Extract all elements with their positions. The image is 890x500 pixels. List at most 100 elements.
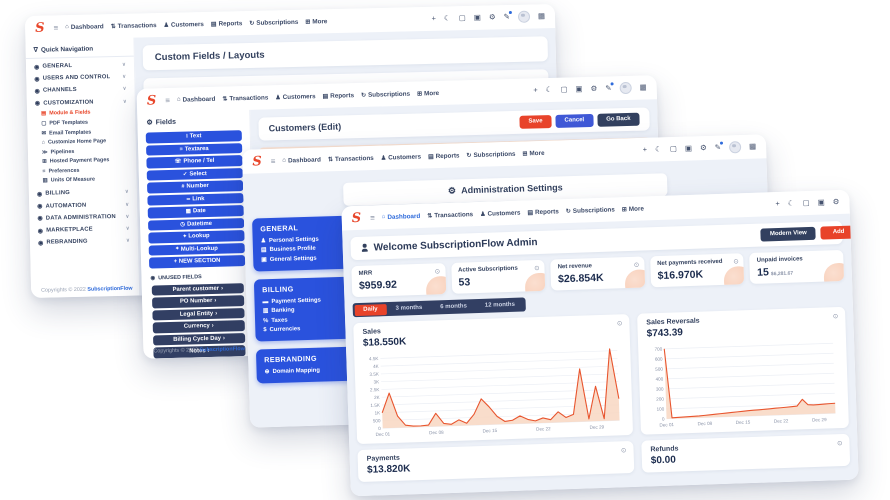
admin-item-general-settings[interactable]: ▣General Settings — [261, 253, 345, 265]
window-icon[interactable]: ▢ — [560, 86, 567, 94]
chevron-down-icon: ∨ — [125, 201, 129, 207]
sidebar-subitem-units-of-measure[interactable]: ▥Units Of Measure — [43, 174, 133, 186]
nav-item-customers[interactable]: ♟Customers — [480, 209, 521, 217]
eye-icon[interactable]: ⊙ — [837, 440, 843, 448]
grid-menu-icon[interactable]: ▦ — [749, 143, 756, 151]
admin-item-domain-mapping[interactable]: ⊕Domain Mapping — [264, 365, 348, 377]
avatar[interactable] — [518, 11, 530, 23]
add-icon[interactable]: + — [775, 200, 780, 208]
tab-daily[interactable]: Daily — [354, 304, 387, 316]
avatar[interactable] — [729, 141, 741, 153]
apps-icon[interactable]: ▣ — [818, 199, 825, 207]
nav-item-subscriptions[interactable]: ↻Subscriptions — [361, 90, 410, 98]
nav-item-reports[interactable]: ▤Reports — [211, 20, 243, 28]
eye-icon[interactable]: ⊙ — [733, 257, 739, 265]
field-button-date[interactable]: ▦Date — [148, 205, 244, 218]
apps-icon[interactable]: ▣ — [685, 145, 692, 153]
eye-icon[interactable]: ⊙ — [534, 264, 540, 272]
dark-mode-icon[interactable]: ☾ — [655, 146, 662, 154]
notifications-icon[interactable]: ✎ — [605, 85, 611, 93]
eye-icon[interactable]: ⊙ — [634, 260, 640, 268]
apps-icon[interactable]: ▣ — [575, 85, 582, 93]
settings-icon[interactable]: ⚙ — [489, 14, 496, 22]
nav-item-more[interactable]: ⊞More — [622, 205, 644, 213]
grid-menu-icon[interactable]: ▦ — [640, 84, 647, 92]
nav-item-transactions[interactable]: ⇅Transactions — [328, 154, 374, 162]
nav-item-dashboard[interactable]: ⌂Dashboard — [382, 212, 421, 220]
field-button-link[interactable]: ∞Link — [147, 193, 243, 206]
field-button-multi-lookup[interactable]: ⌖Multi-Lookup — [149, 243, 245, 256]
unused-field-terms[interactable]: Terms› — [154, 358, 246, 359]
admin-item-currencies[interactable]: $Currencies — [263, 323, 347, 335]
unused-field-parent-customer[interactable]: Parent customer› — [152, 283, 244, 296]
unused-field-po-number[interactable]: PO Number› — [152, 295, 244, 308]
nav-item-more[interactable]: ⊞More — [305, 18, 327, 25]
nav-item-subscriptions[interactable]: ↻Subscriptions — [466, 150, 515, 158]
field-button-select[interactable]: ✓Select — [147, 168, 243, 181]
nav-item-customers[interactable]: ♟Customers — [163, 20, 203, 28]
nav-item-customers[interactable]: ♟Customers — [275, 93, 315, 101]
hamburger-menu-icon[interactable]: ≡ — [370, 213, 375, 222]
sidebar-item-rebranding[interactable]: ◉REBRANDING∨ — [30, 235, 138, 250]
nav-item-reports[interactable]: ▤Reports — [428, 152, 460, 160]
dark-mode-icon[interactable]: ☾ — [546, 86, 553, 94]
eye-icon[interactable]: ⊙ — [435, 267, 441, 275]
nav-item-reports[interactable]: ▤Reports — [527, 208, 559, 216]
avatar[interactable] — [619, 82, 631, 94]
nav-item-reports[interactable]: ▤Reports — [322, 92, 354, 100]
field-button--new-section[interactable]: + NEW SECTION — [149, 255, 245, 268]
grid-menu-icon[interactable]: ▦ — [538, 12, 545, 20]
dark-mode-icon[interactable]: ☾ — [788, 200, 795, 208]
tab-12-months[interactable]: 12 months — [476, 299, 524, 312]
field-button-phone-tel[interactable]: ☏Phone / Tel — [146, 155, 242, 168]
add-icon[interactable]: + — [432, 15, 437, 23]
save-button[interactable]: Save — [519, 115, 551, 128]
field-button-textarea[interactable]: ≡Textarea — [146, 143, 242, 156]
tab-6-months[interactable]: 6 months — [431, 301, 476, 313]
eye-icon[interactable]: ⊙ — [621, 447, 627, 455]
field-button-datetime[interactable]: ◷Datetime — [148, 218, 244, 231]
notifications-icon[interactable]: ✎ — [715, 144, 722, 152]
add-icon[interactable]: + — [533, 87, 538, 95]
eye-icon[interactable]: ⊙ — [617, 320, 623, 328]
go-back-button[interactable]: Go Back — [597, 113, 640, 127]
add-button[interactable]: Add — [821, 225, 857, 239]
eye-icon[interactable]: ⊙ — [833, 313, 839, 321]
unused-field-legal-entity[interactable]: Legal Entity› — [152, 308, 244, 321]
nav-item-customers[interactable]: ♟Customers — [381, 153, 421, 161]
hamburger-menu-icon[interactable]: ≡ — [53, 23, 58, 32]
settings-icon[interactable]: ⚙ — [833, 198, 840, 206]
window-icon[interactable]: ▢ — [459, 14, 466, 22]
hamburger-menu-icon[interactable]: ≡ — [165, 95, 170, 104]
nav-right-icons: + ☾ ▢ ▣ ⚙ ✎ ▦ — [643, 141, 757, 156]
hamburger-menu-icon[interactable]: ≡ — [271, 156, 276, 165]
window-icon[interactable]: ▢ — [670, 145, 677, 153]
nav-item-subscriptions[interactable]: ↻Subscriptions — [566, 206, 615, 215]
field-button-number[interactable]: #Number — [147, 180, 243, 193]
settings-icon[interactable]: ⚙ — [700, 144, 707, 152]
field-button-text[interactable]: IText — [146, 130, 242, 143]
nav-item-transactions[interactable]: ⇅Transactions — [222, 94, 268, 102]
field-button-lookup[interactable]: ⌖Lookup — [148, 230, 244, 243]
dark-mode-icon[interactable]: ☾ — [444, 15, 451, 23]
window-icon[interactable]: ▢ — [802, 199, 809, 207]
nav-item-more[interactable]: ⊞More — [522, 149, 544, 157]
settings-icon[interactable]: ⚙ — [590, 85, 597, 93]
nav-item-dashboard[interactable]: ⌂Dashboard — [282, 156, 321, 164]
unused-field-currency[interactable]: Currency› — [153, 320, 245, 333]
nav-item-more[interactable]: ⊞More — [417, 89, 439, 97]
copyright-brand-link[interactable]: SubscriptionFlow — [87, 286, 132, 293]
nav-item-transactions[interactable]: ⇅Transactions — [111, 22, 157, 30]
add-icon[interactable]: + — [643, 146, 648, 154]
nav-item-transactions[interactable]: ⇅Transactions — [427, 211, 473, 220]
modern-view-button[interactable]: Modern View — [761, 227, 816, 241]
unused-field-billing-cycle-day[interactable]: Billing Cycle Day› — [153, 333, 245, 346]
notifications-icon[interactable]: ✎ — [504, 13, 510, 21]
copyright-brand-link[interactable]: SubscriptionFlow — [200, 346, 245, 353]
nav-item-subscriptions[interactable]: ↻Subscriptions — [249, 18, 298, 26]
nav-item-dashboard[interactable]: ⌂Dashboard — [177, 95, 216, 103]
cancel-button[interactable]: Cancel — [555, 114, 593, 128]
nav-item-dashboard[interactable]: ⌂Dashboard — [65, 23, 104, 31]
tab-3-months[interactable]: 3 months — [386, 303, 431, 315]
apps-icon[interactable]: ▣ — [474, 14, 481, 22]
